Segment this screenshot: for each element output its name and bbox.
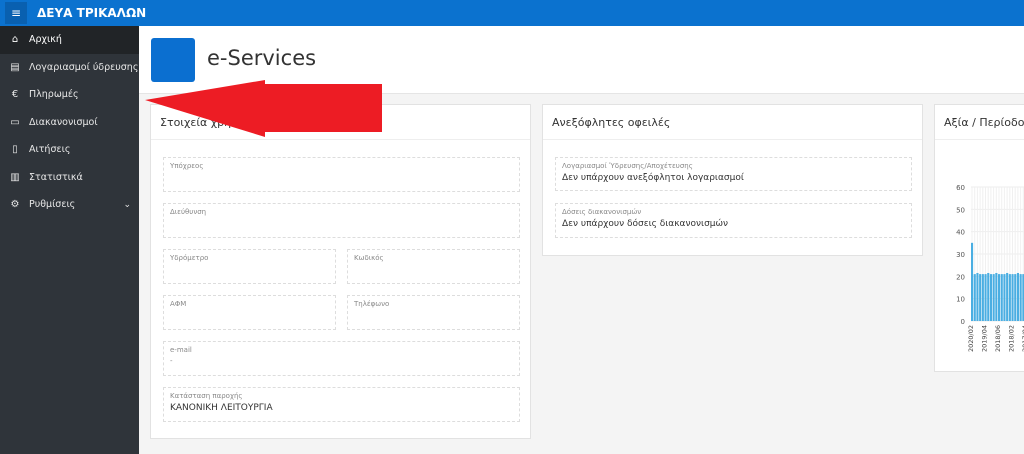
field-label: Υδρόμετρο [170, 254, 209, 262]
euro-icon: € [11, 89, 19, 101]
hamburger-icon[interactable]: ≡ [5, 2, 27, 24]
y-tick-label: 10 [956, 296, 965, 304]
field-obligor: Υπόχρεος [163, 157, 520, 192]
field-meter: Υδρόμετρο [163, 249, 336, 284]
field-label: Υπόχρεος [170, 162, 204, 170]
bar [992, 274, 995, 321]
sidebar-item-label: Διακανονισμοί [29, 116, 98, 128]
chevron-down-icon: ⌄ [123, 199, 131, 210]
sidebar-item-label: Ρυθμίσεις [29, 199, 76, 211]
field-label: Λογαριασμοί Ύδρευσης/Αποχέτευσης [562, 162, 693, 170]
bar [973, 274, 976, 321]
bar [1016, 272, 1019, 321]
bar [1014, 274, 1017, 321]
red-annotation-arrow [145, 80, 382, 137]
field-value: ΚΑΝΟΝΙΚΗ ΛΕΙΤΟΥΡΓΙΑ [170, 403, 273, 413]
sidebar-item-bills[interactable]: ▤ Λογαριασμοί ύδρευσης [0, 54, 139, 82]
bar [984, 274, 987, 321]
panel-title: Αξία / Περίοδο [935, 105, 1024, 140]
sidebar-item-home[interactable]: ⌂ Αρχική [0, 26, 139, 54]
field-unpaid-bills: Λογαριασμοί Ύδρευσης/Αποχέτευσης Δεν υπάρ… [555, 157, 912, 191]
sidebar-item-label: Στατιστικά [29, 171, 83, 183]
unpaid-debts-panel: Ανεξόφλητες οφειλές Λογαριασμοί Ύδρευσης… [542, 104, 923, 256]
bar [987, 272, 990, 321]
value-per-period-panel: Αξία / Περίοδο 0 10 20 30 40 50 60 2020/02 2019/… [934, 104, 1024, 372]
sidebar-item-label: Πληρωμές [29, 89, 79, 101]
field-label: Τηλέφωνο [354, 300, 390, 308]
sidebar-item-settings[interactable]: ⚙ Ρυθμίσεις ⌄ [0, 191, 139, 219]
user-info-panel: Στοιχεία χρήστη Υπόχρεος Διεύθυνση Υδρόμ… [150, 104, 531, 439]
x-tick-label: 2019/04 [981, 325, 989, 352]
y-tick-label: 0 [961, 318, 965, 326]
field-label: Διεύθυνση [170, 208, 207, 216]
document-icon: ▤ [10, 61, 20, 73]
field-label: Δόσεις διακανονισμών [562, 208, 642, 216]
sidebar-item-label: Λογαριασμοί ύδρευσης [29, 61, 139, 73]
field-supply-status: Κατάσταση παροχής ΚΑΝΟΝΙΚΗ ΛΕΙΤΟΥΡΓΙΑ [163, 387, 520, 422]
bar [1006, 272, 1009, 321]
calendar-edit-icon: ▭ [10, 116, 20, 128]
app-logo [151, 38, 195, 82]
sidebar: ⌂ Αρχική ▤ Λογαριασμοί ύδρευσης € Πληρωμές … [0, 26, 139, 454]
y-tick-label: 60 [956, 184, 965, 192]
field-installments: Δόσεις διακανονισμών Δεν υπάρχουν δόσεις … [555, 203, 912, 238]
field-label: Κατάσταση παροχής [170, 392, 243, 400]
field-code: Κωδικός [347, 249, 520, 284]
top-bar: ≡ ΔΕΥΑ ΤΡΙΚΑΛΩΝ [0, 0, 1024, 26]
sidebar-item-payments[interactable]: € Πληρωμές [0, 81, 139, 109]
page-title: e-Services [207, 46, 317, 70]
bar [981, 274, 984, 321]
sidebar-item-requests[interactable]: ▯ Αιτήσεις [0, 136, 139, 164]
y-tick-label: 30 [956, 251, 965, 259]
bar [989, 274, 992, 321]
brand-title[interactable]: ΔΕΥΑ ΤΡΙΚΑΛΩΝ [37, 6, 146, 20]
bar [979, 274, 982, 321]
bar [976, 272, 979, 321]
bar [1000, 274, 1003, 321]
field-email: e-mail - [163, 341, 520, 376]
field-label: ΑΦΜ [170, 300, 187, 308]
bar [1008, 274, 1011, 321]
panel-title: Ανεξόφλητες οφειλές [543, 105, 922, 140]
field-afm: ΑΦΜ [163, 295, 336, 330]
bar [971, 242, 974, 321]
y-tick-label: 20 [956, 273, 965, 281]
field-value: - [170, 357, 173, 365]
gear-icon: ⚙ [10, 199, 20, 211]
bar [1011, 274, 1014, 321]
field-address: Διεύθυνση [163, 203, 520, 238]
field-label: e-mail [170, 346, 192, 354]
bar [998, 274, 1001, 321]
field-phone: Τηλέφωνο [347, 295, 520, 330]
y-tick-label: 50 [956, 206, 965, 214]
x-tick-label: 2018/02 [1008, 325, 1016, 352]
bar [995, 272, 998, 321]
bar [1003, 274, 1006, 321]
home-icon: ⌂ [11, 34, 19, 46]
bar-chart-icon: ▥ [10, 171, 20, 183]
sidebar-item-settlements[interactable]: ▭ Διακανονισμοί [0, 109, 139, 137]
sidebar-item-label: Αρχική [29, 34, 62, 46]
file-icon: ▯ [12, 144, 18, 156]
field-value: Δεν υπάρχουν ανεξόφλητοι λογαριασμοί [562, 173, 744, 183]
x-tick-label: 2020/02 [967, 325, 975, 352]
sidebar-item-statistics[interactable]: ▥ Στατιστικά [0, 164, 139, 192]
bar [1019, 274, 1022, 321]
sidebar-item-label: Αιτήσεις [29, 144, 71, 156]
y-tick-label: 40 [956, 229, 965, 237]
field-label: Κωδικός [354, 254, 384, 262]
field-value: Δεν υπάρχουν δόσεις διακανονισμών [562, 219, 729, 229]
value-chart: 0 10 20 30 40 50 60 2020/02 2019/04 2018/06 2018/0… [956, 184, 1024, 352]
x-tick-label: 2018/06 [994, 325, 1002, 352]
